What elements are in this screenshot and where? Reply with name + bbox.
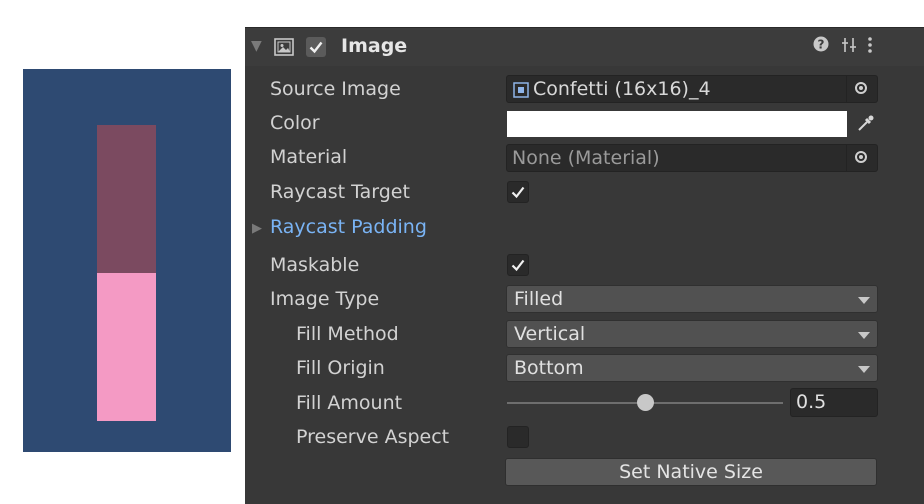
- maskable-label: Maskable: [270, 254, 360, 276]
- raycast-target-checkbox[interactable]: [507, 181, 529, 203]
- raycast-target-label: Raycast Target: [270, 181, 410, 203]
- presets-icon[interactable]: [840, 36, 858, 59]
- image-type-value: Filled: [514, 288, 564, 310]
- fill-amount-value: 0.5: [796, 391, 827, 413]
- sprite-icon: [513, 82, 529, 98]
- maskable-checkbox[interactable]: [507, 254, 529, 276]
- material-label: Material: [270, 146, 348, 168]
- component-title: Image: [341, 35, 408, 57]
- fill-amount-label: Fill Amount: [296, 392, 403, 414]
- inspector-panel: ▼ Image ? Source Image Confetti (16x16)_…: [245, 27, 924, 504]
- dropdown-arrow-icon: [858, 332, 870, 339]
- raycast-padding-foldout-icon[interactable]: ▶: [252, 221, 262, 236]
- object-picker-icon[interactable]: [846, 76, 877, 102]
- image-type-label: Image Type: [270, 288, 380, 310]
- preserve-aspect-label: Preserve Aspect: [296, 426, 450, 448]
- image-type-dropdown[interactable]: Filled: [506, 285, 878, 313]
- source-image-field[interactable]: Confetti (16x16)_4: [506, 75, 878, 103]
- fill-origin-dropdown[interactable]: Bottom: [506, 354, 878, 382]
- dropdown-arrow-icon: [858, 297, 870, 304]
- component-enabled-checkbox[interactable]: [306, 37, 326, 57]
- raycast-padding-foldout[interactable]: Raycast Padding: [270, 216, 427, 238]
- image-component-icon: [274, 38, 294, 56]
- svg-text:?: ?: [818, 38, 825, 52]
- fill-method-label: Fill Method: [296, 323, 399, 345]
- checkmark-icon: [511, 186, 525, 199]
- fill-amount-input[interactable]: 0.5: [790, 388, 878, 417]
- kebab-menu-icon[interactable]: [865, 36, 875, 59]
- color-label: Color: [270, 112, 320, 134]
- fill-bar-filled: [97, 273, 156, 421]
- source-image-label: Source Image: [270, 78, 401, 100]
- sprite-preview: [23, 69, 231, 452]
- eyedropper-icon[interactable]: [852, 111, 878, 137]
- foldout-arrow-icon[interactable]: ▼: [251, 38, 262, 54]
- checkmark-icon: [309, 41, 323, 54]
- fill-method-dropdown[interactable]: Vertical: [506, 320, 878, 348]
- material-field[interactable]: None (Material): [506, 144, 878, 172]
- fill-origin-label: Fill Origin: [296, 357, 385, 379]
- checkmark-icon: [511, 259, 525, 272]
- set-native-size-button[interactable]: Set Native Size: [505, 458, 877, 486]
- help-icon[interactable]: ?: [813, 36, 829, 57]
- fill-amount-slider-thumb[interactable]: [637, 394, 654, 411]
- dropdown-arrow-icon: [858, 366, 870, 373]
- component-header[interactable]: ▼ Image ?: [245, 27, 924, 66]
- material-value: None (Material): [512, 147, 660, 169]
- fill-method-value: Vertical: [514, 323, 586, 345]
- fill-origin-value: Bottom: [514, 357, 584, 379]
- object-picker-icon[interactable]: [846, 145, 877, 171]
- source-image-value: Confetti (16x16)_4: [533, 78, 711, 100]
- preserve-aspect-checkbox[interactable]: [507, 426, 529, 448]
- color-field[interactable]: [507, 111, 847, 137]
